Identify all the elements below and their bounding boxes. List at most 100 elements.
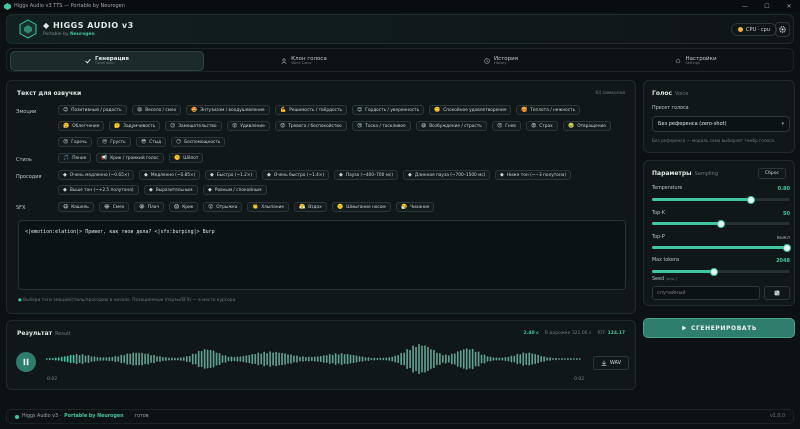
play-button[interactable] [16,352,36,372]
prosody-chip[interactable]: ◆ Выразительным [144,185,198,195]
emotion-chip[interactable]: 😲 Удивление [227,121,270,131]
top-k-slider[interactable] [652,219,790,228]
audio-waveform[interactable] [46,342,582,376]
prosody-chip[interactable]: ◆ Ровным / спокойным [203,185,267,195]
maximize-button[interactable]: ☐ [756,0,778,12]
sfx-chip[interactable]: 👏 Хлыпание [247,202,290,212]
sfx-chip[interactable]: 😂 Смех [99,202,130,212]
sfx-chip[interactable]: 🤧 Чихание [396,202,435,212]
emotion-chip[interactable]: 😶 Беспомощность [171,137,226,147]
emotion-chip[interactable]: 🤩 Энтузиазм / воодушевление [186,105,270,115]
emotion-chip[interactable]: 💪 Решимость / твёрдость [275,105,348,115]
sfx-chip[interactable]: 😮 Отрыжка [203,202,243,212]
status-bar: Higgs Audio v3 · Portable by Neurogen гот… [6,409,794,424]
emotion-chip-icon: 😕 [170,123,176,129]
prosody-chip-icon: ◆ [500,172,504,178]
tab-history[interactable]: История History [404,51,598,71]
emotion-chip[interactable]: 🙂 Спокойное удовлетворение [429,105,512,115]
waveform-bar [197,350,200,368]
tab-voice-clone[interactable]: Клон голоса Voice Clone [207,51,401,71]
prosody-chip-label: Ниже тон (~−3 полутона) [506,172,567,178]
waveform-bar [174,357,176,361]
status-dot-icon [15,414,19,419]
style-chip[interactable]: 📢 Крик / громкий голос [96,153,164,163]
emotion-chip-icon: 🤩 [191,107,198,113]
device-badge[interactable]: CPU · cpu [731,23,778,36]
emotion-chip[interactable]: 😮‍💨 Облегчение [58,121,105,131]
emotion-chip[interactable]: 😨 Страх [526,121,558,131]
prosody-chip[interactable]: ◆ Очень быстро (~1.4×) [262,170,330,180]
emotion-chip[interactable]: 😊 Позитивный / радость [58,105,127,115]
prosody-chip[interactable]: ◆ Ниже тон (~−3 полутона) [495,170,572,180]
emotion-chip-icon: 🙂 [434,107,441,113]
seed-input[interactable] [652,286,760,300]
prosody-chip[interactable]: ◆ Длинная пауза (~700–1500 мс) [403,170,491,180]
top-p-slider[interactable] [652,243,792,252]
waveform-bar [78,354,81,364]
prosody-chip[interactable]: ◆ Выше тон (~+2.5 полутона) [58,185,139,195]
prosody-chip[interactable]: ◆ Быстро (~1.2×) [205,170,258,180]
result-stats: 2.40 с В дорожке 321.06 с RTF 124.17 [524,331,625,336]
settings-button[interactable] [775,22,790,37]
generate-button[interactable]: СГЕНЕРИРОВАТЬ [643,318,795,338]
tab-generation[interactable]: Генерация Generation [10,51,204,71]
download-wav-button[interactable]: WAV [593,356,629,370]
emotion-chip[interactable]: 😟 Тревога / беспокойство [275,121,347,131]
prosody-chip[interactable]: ◆ Пауза (~400–700 мс) [334,170,399,180]
waveform-bar [93,356,96,362]
emotion-chip[interactable]: 😠 Гнев [492,121,521,131]
waveform-bar [579,358,581,360]
emotion-chip[interactable]: 😣 Горечь [58,137,92,147]
emotion-chip[interactable]: 😆 Возбуждение / страсть [416,121,487,131]
sfx-chip[interactable]: 😭 Плач [134,202,164,212]
sfx-chip[interactable]: 😷 Кашель [58,202,94,212]
sfx-chip-icon: 😷 [63,204,69,210]
prosody-chip[interactable]: ◆ Медленно (~0.85×) [139,170,201,180]
emotion-chip[interactable]: 😳 Стыд [136,137,167,147]
waveform-bar [376,357,379,361]
emotion-chip[interactable]: 🤢 Отвращение [563,121,611,131]
emotion-chip-label: Горечь [71,139,87,145]
waveform-bar [153,354,155,364]
reset-button[interactable]: Сброс [757,168,786,179]
waveform-bar [141,352,143,366]
waveform-bar [266,352,268,366]
style-chip[interactable]: 🤫 Шёпот [169,153,204,163]
emotion-chip-label: Спокойное удовлетворение [443,107,507,113]
max-tokens-slider[interactable] [652,267,790,276]
slider-handle[interactable] [747,195,756,204]
minimize-button[interactable]: — [734,0,756,12]
emotion-chip[interactable]: 😢 Тоска / тоскливое [352,121,411,131]
tab-settings[interactable]: Настройки Settings [601,51,791,71]
emotion-chip[interactable]: 😕 Замешательство [165,121,222,131]
style-chip[interactable]: 🎵 Пение [58,153,92,163]
sfx-chip-label: Шмыгание носом [346,204,386,210]
slider-handle[interactable] [710,267,719,276]
prosody-chip-icon: ◆ [63,172,67,178]
sfx-chip[interactable]: 🤫 Шмыгание носом [332,202,391,212]
sfx-chip[interactable]: 😤 Вздох [294,202,327,212]
random-seed-button[interactable] [764,286,790,300]
emotion-chip[interactable]: 😌 Гордость / уверенность [352,105,425,115]
slider-handle[interactable] [717,219,725,228]
waveform-bar [337,354,340,364]
waveform-bar [111,356,114,362]
device-label: CPU · cpu [746,26,771,33]
temperature-slider[interactable] [652,195,790,204]
waveform-bar [349,354,352,364]
emotion-chip[interactable]: 😄 Весело / смех [132,105,182,115]
waveform-bar [328,353,331,365]
tts-text-input[interactable]: <|emotion:elation|> Привет, как твои дел… [18,220,626,290]
waveform-bar [54,357,57,361]
emotion-chip[interactable]: 😔 Грусть [97,137,131,147]
emotion-chip[interactable]: 🤔 Задумчивость [109,121,161,131]
waveform-bar [305,356,307,362]
voice-preset-select[interactable]: Без референса (zero-shot) ▾ [652,116,790,132]
emotion-chip-label: Грусть [110,139,126,145]
close-button[interactable]: ✕ [778,0,800,12]
sfx-chip[interactable]: 😱 Крик [169,202,199,212]
prosody-chip[interactable]: ◆ Очень медленно (~0.65×) [58,170,135,180]
slider-handle[interactable] [783,243,792,252]
emotion-chip[interactable]: 🥰 Теплота / нежность [516,105,581,115]
emotion-chip-icon: 😢 [357,123,363,129]
